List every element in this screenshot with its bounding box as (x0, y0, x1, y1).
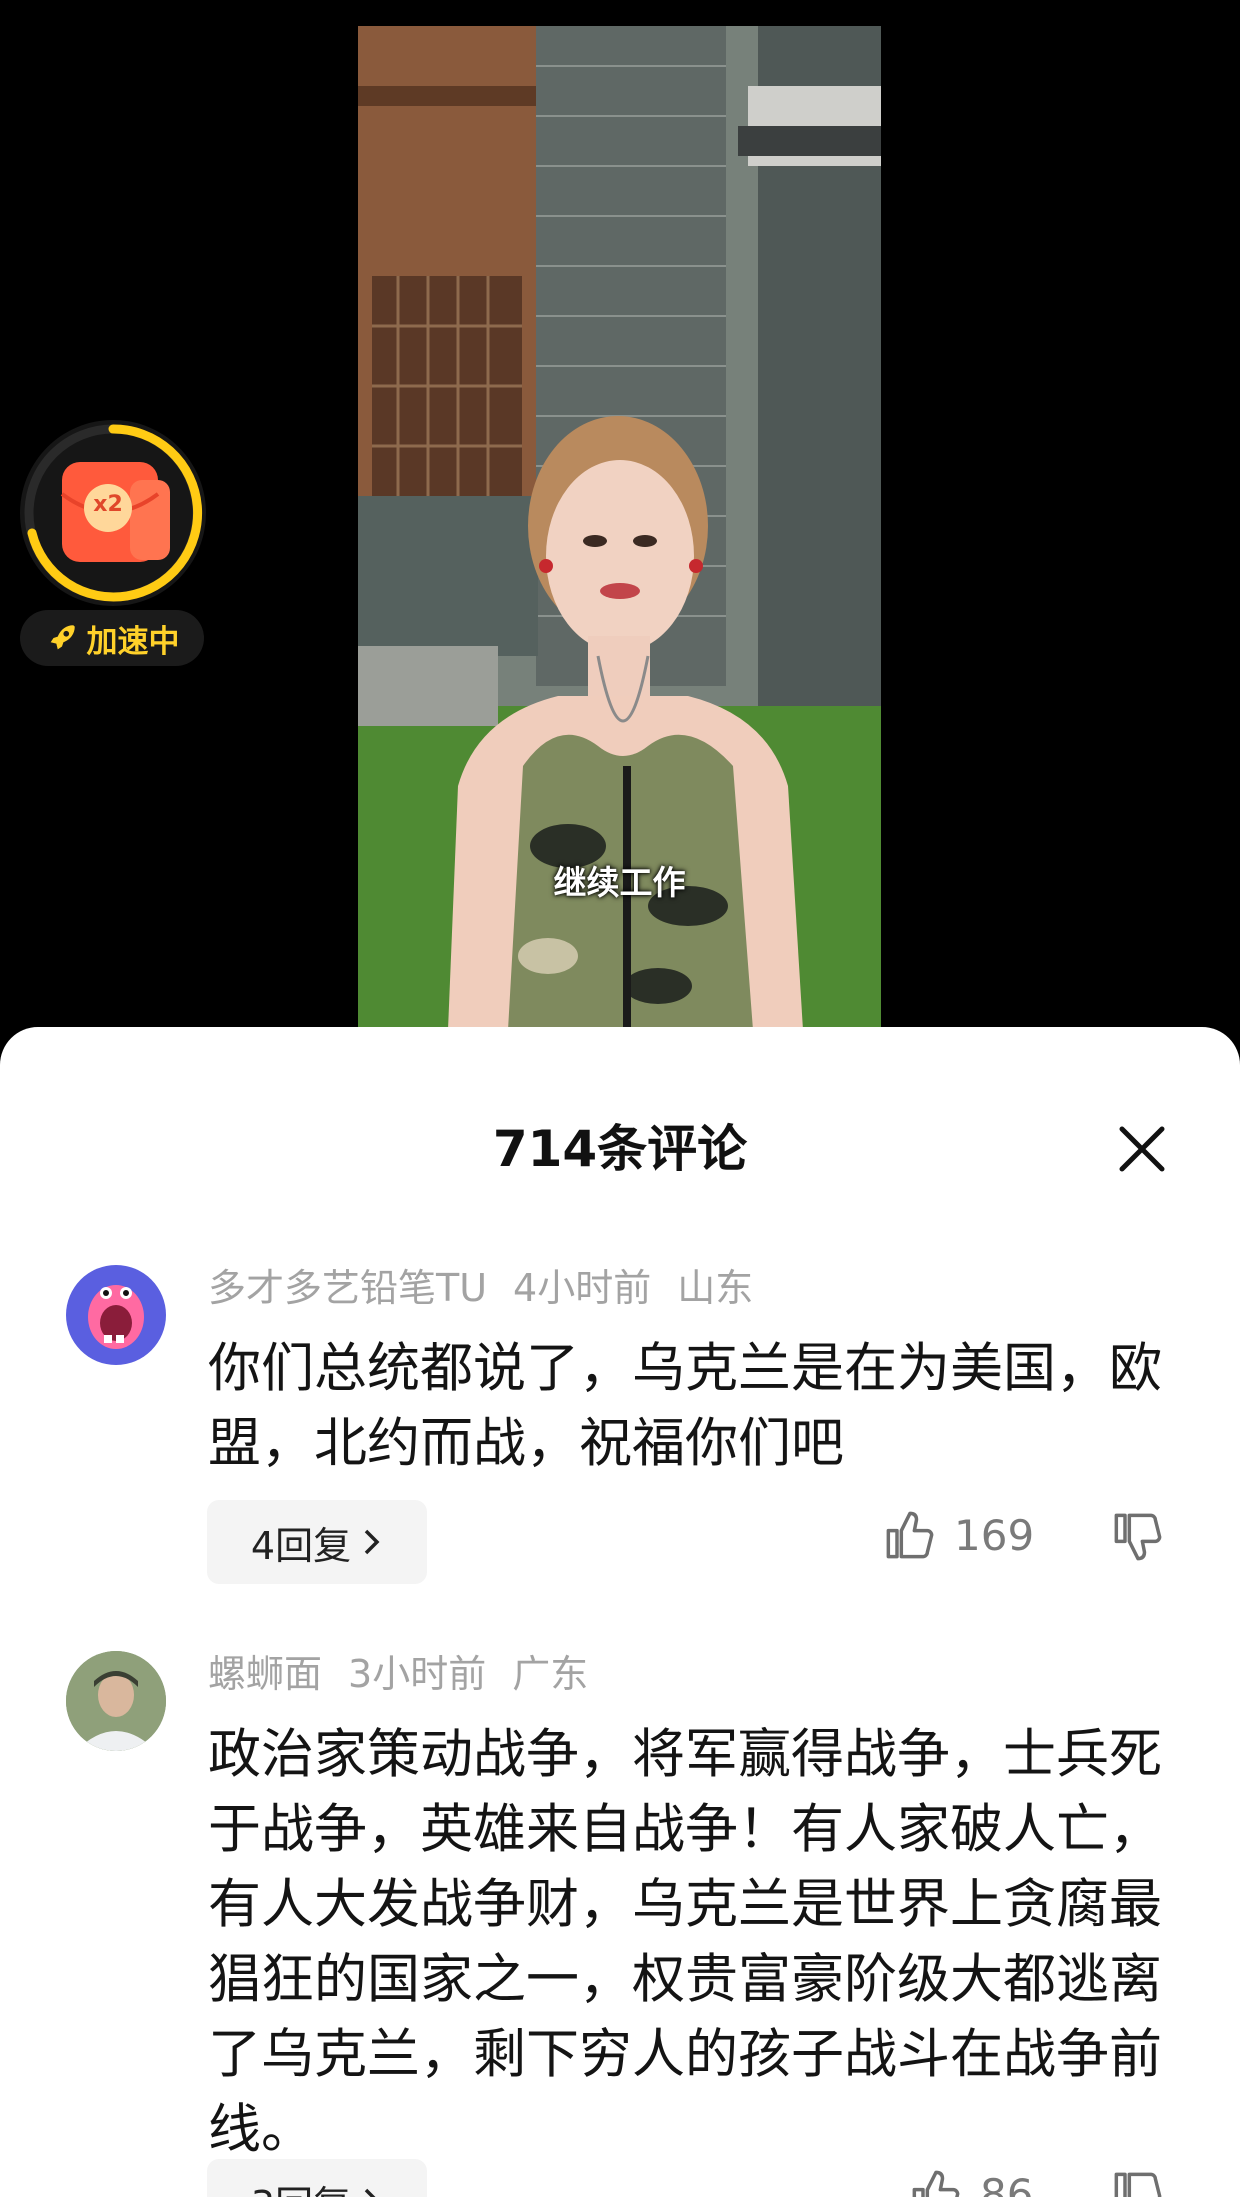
thumbs-down-icon[interactable] (1112, 1511, 1164, 1563)
comment-text[interactable]: 你们总统都说了，乌克兰是在为美国，欧盟，北约而战，祝福你们吧 (208, 1331, 1168, 1481)
video-frame[interactable]: 继续工作 (358, 26, 881, 1030)
reward-multiplier-badge: x2 (93, 492, 123, 517)
avatar[interactable] (66, 1651, 166, 1751)
comment-item: 螺蛳面 3小时前 广东 政治家策动战争，将军赢得战争，士兵死于战争，英雄来自战争！有… (0, 1623, 1240, 2197)
like-button[interactable]: 86 (910, 2168, 1033, 2197)
view-replies-button[interactable]: 3回复 (207, 2159, 427, 2197)
chevron-right-icon (364, 1529, 380, 1555)
view-replies-button[interactable]: 4回复 (207, 1500, 427, 1584)
chevron-right-icon (364, 2188, 376, 2197)
comment-item: 多才多艺铅笔TU 4小时前 山东 你们总统都说了，乌克兰是在为美国，欧盟，北约而战，… (0, 1237, 1240, 1607)
thumbs-up-icon (886, 1511, 934, 1559)
close-icon[interactable] (1112, 1119, 1172, 1179)
thumbs-down-icon[interactable] (1112, 2170, 1164, 2197)
replies-label: 3回复 (251, 2174, 351, 2197)
like-count: 169 (954, 1510, 1035, 1560)
comments-sheet: 714条评论 多才多艺铅笔TU 4小时前 山东 你们总统都说了，乌克兰是在为美国，欧… (0, 1027, 1240, 2197)
comments-count-title: 714条评论 (492, 1120, 748, 1178)
boost-status-pill[interactable]: 加速中 (20, 610, 204, 666)
video-player[interactable]: 继续工作 x2 加速中 (0, 0, 1240, 1030)
replies-label: 4回复 (250, 1523, 352, 1568)
comment-username[interactable]: 多才多艺铅笔TU (208, 1266, 487, 1310)
rocket-icon (50, 625, 75, 650)
thumbs-up-icon (912, 2170, 960, 2197)
like-count: 86 (980, 2169, 1034, 2197)
comment-location: 山东 (677, 1266, 754, 1310)
comment-location: 广东 (512, 1652, 589, 1696)
comment-username[interactable]: 螺蛳面 (208, 1652, 322, 1696)
user-photo-avatar-icon (66, 1651, 166, 1751)
comment-meta: 多才多艺铅笔TU 4小时前 山东 (208, 1265, 779, 1311)
boost-status-label: 加速中 (86, 623, 180, 660)
comment-time: 4小时前 (513, 1266, 652, 1310)
comment-meta: 螺蛳面 3小时前 广东 (208, 1651, 614, 1697)
cartoon-mouth-avatar-icon (88, 1285, 144, 1349)
comment-time: 3小时前 (348, 1652, 487, 1696)
reward-timer-widget[interactable]: x2 (20, 420, 206, 606)
comment-text[interactable]: 政治家策动战争，将军赢得战争，士兵死于战争，英雄来自战争！有人家破人亡，有人大发… (208, 1717, 1168, 2167)
avatar[interactable] (66, 1265, 166, 1365)
like-button[interactable]: 169 (884, 1509, 1034, 1561)
video-subtitle: 继续工作 (553, 863, 686, 902)
